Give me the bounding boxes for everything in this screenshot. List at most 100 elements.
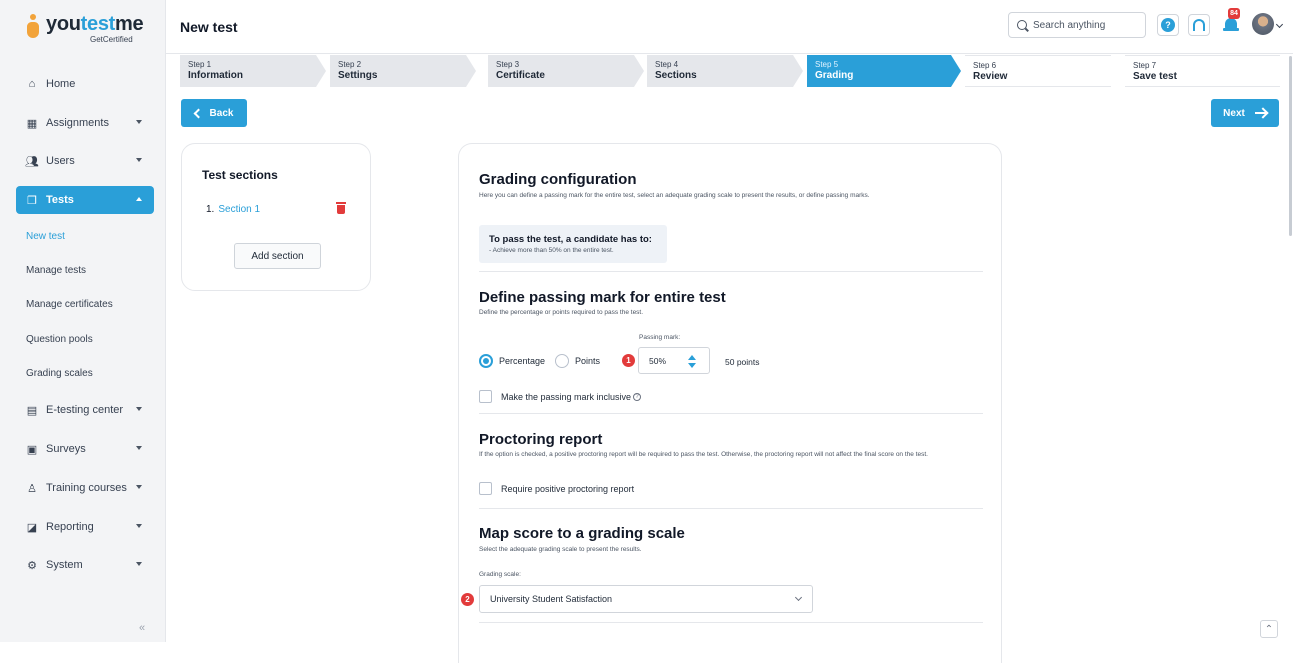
sidebar-item-label: Surveys bbox=[46, 443, 86, 455]
decrement-icon[interactable] bbox=[688, 363, 696, 368]
step-number: Step 3 bbox=[496, 60, 520, 69]
sidebar: youtestme GetCertified ⌂ Home ▦ Assignme… bbox=[0, 0, 166, 642]
sidebar-subitem-question-pools[interactable]: Question pools bbox=[26, 334, 93, 345]
percentage-radio[interactable] bbox=[479, 354, 493, 368]
sidebar-item-label: Users bbox=[46, 155, 75, 167]
wizard-stepper: Step 1 Information Step 2 Settings Step … bbox=[180, 55, 1280, 87]
step-label: Information bbox=[188, 70, 243, 81]
pass-requirements-title: To pass the test, a candidate has to: bbox=[489, 234, 652, 245]
sidebar-subitem-manage-tests[interactable]: Manage tests bbox=[26, 265, 86, 276]
sidebar-item-system[interactable]: ⚙ System bbox=[16, 551, 154, 579]
chevron-down-icon bbox=[136, 524, 142, 528]
step-save-test[interactable]: Step 7 Save test bbox=[1125, 55, 1280, 87]
sidebar-item-label: E-testing center bbox=[46, 404, 124, 416]
step-settings[interactable]: Step 2 Settings bbox=[330, 55, 466, 87]
add-section-button[interactable]: Add section bbox=[234, 243, 321, 269]
points-label[interactable]: Points bbox=[575, 356, 600, 366]
logo-pin-icon bbox=[24, 14, 42, 40]
points-equivalent: 50 points bbox=[725, 357, 760, 367]
step-label: Certificate bbox=[496, 70, 545, 81]
passing-mark-input[interactable]: 50% bbox=[638, 347, 710, 374]
step-number: Step 2 bbox=[338, 60, 362, 69]
sidebar-subitem-grading-scales[interactable]: Grading scales bbox=[26, 368, 93, 379]
passing-mark-description: Define the percentage or points required… bbox=[479, 309, 644, 316]
back-button[interactable]: Back bbox=[181, 99, 247, 127]
next-button[interactable]: Next bbox=[1211, 99, 1279, 127]
step-information[interactable]: Step 1 Information bbox=[180, 55, 316, 87]
sidebar-item-reporting[interactable]: ◪ Reporting bbox=[16, 513, 154, 541]
headset-icon bbox=[1193, 19, 1205, 31]
chevron-down-icon bbox=[136, 158, 142, 162]
sidebar-item-home[interactable]: ⌂ Home bbox=[16, 70, 154, 98]
step-review[interactable]: Step 6 Review bbox=[965, 55, 1111, 87]
test-sections-title: Test sections bbox=[202, 168, 278, 182]
passing-mark-label: Passing mark: bbox=[639, 334, 681, 341]
search-icon bbox=[1017, 20, 1027, 30]
step-label: Save test bbox=[1133, 71, 1177, 82]
pass-requirements-text: - Achieve more than 50% on the entire te… bbox=[489, 247, 614, 254]
proctoring-checkbox[interactable] bbox=[479, 482, 492, 495]
assignments-icon: ▦ bbox=[26, 117, 38, 130]
sidebar-item-label: Tests bbox=[46, 194, 74, 206]
support-button[interactable] bbox=[1188, 14, 1210, 36]
sidebar-item-users[interactable]: 👥︎ Users bbox=[16, 147, 154, 175]
avatar[interactable] bbox=[1252, 13, 1274, 35]
grading-scale-description: Select the adequate grading scale to pre… bbox=[479, 546, 642, 553]
points-radio[interactable] bbox=[555, 354, 569, 368]
sidebar-subitem-manage-certificates[interactable]: Manage certificates bbox=[26, 299, 113, 310]
proctoring-checkbox-label[interactable]: Require positive proctoring report bbox=[501, 484, 634, 494]
sidebar-item-surveys[interactable]: ▣ Surveys bbox=[16, 435, 154, 463]
section-item: 1. Section 1 bbox=[206, 204, 260, 215]
chevron-down-icon bbox=[136, 120, 142, 124]
sidebar-item-label: Training courses bbox=[46, 482, 127, 494]
sidebar-item-e-testing-center[interactable]: ▤ E-testing center bbox=[16, 396, 154, 424]
sidebar-item-training-courses[interactable]: ♙ Training courses bbox=[16, 474, 154, 502]
gear-icon: ⚙ bbox=[27, 559, 37, 572]
help-button[interactable]: ? bbox=[1157, 14, 1179, 36]
step-number: Step 1 bbox=[188, 60, 212, 69]
inclusive-label[interactable]: Make the passing mark inclusive bbox=[501, 392, 631, 402]
step-label: Grading bbox=[815, 70, 854, 81]
arrow-right-icon bbox=[1254, 112, 1267, 114]
section-link[interactable]: Section 1 bbox=[218, 204, 260, 215]
step-grading[interactable]: Step 5 Grading bbox=[807, 55, 951, 87]
step-number: Step 6 bbox=[973, 61, 997, 70]
divider bbox=[479, 413, 983, 414]
test-sections-card: Test sections 1. Section 1 Add section bbox=[181, 143, 371, 291]
top-header: New test Search anything ? 84 bbox=[166, 0, 1293, 54]
chevron-down-icon[interactable] bbox=[1275, 20, 1284, 29]
collapse-sidebar-button[interactable]: « bbox=[139, 622, 145, 634]
grading-scale-select[interactable]: University Student Satisfaction bbox=[479, 585, 813, 613]
chevron-down-icon bbox=[136, 562, 142, 566]
info-icon[interactable]: ? bbox=[633, 393, 641, 401]
step-sections[interactable]: Step 4 Sections bbox=[647, 55, 793, 87]
logo[interactable]: youtestme GetCertified bbox=[24, 13, 144, 50]
search-placeholder: Search anything bbox=[1033, 19, 1106, 31]
section-number: 1. bbox=[206, 204, 215, 215]
grading-title: Grading configuration bbox=[479, 171, 637, 188]
next-label: Next bbox=[1223, 107, 1245, 119]
sidebar-subitem-new-test[interactable]: New test bbox=[26, 231, 65, 242]
step-marker-1: 1 bbox=[622, 354, 635, 367]
surveys-icon: ▣ bbox=[26, 443, 38, 456]
pass-requirements-box: To pass the test, a candidate has to: - … bbox=[479, 225, 667, 263]
page-title: New test bbox=[180, 19, 238, 35]
percentage-label[interactable]: Percentage bbox=[499, 356, 545, 366]
step-number: Step 5 bbox=[815, 60, 839, 69]
sidebar-item-assignments[interactable]: ▦ Assignments bbox=[16, 109, 154, 137]
e-testing-icon: ▤ bbox=[26, 404, 38, 417]
step-marker-2: 2 bbox=[461, 593, 474, 606]
step-certificate[interactable]: Step 3 Certificate bbox=[488, 55, 634, 87]
sidebar-item-tests[interactable]: ❐ Tests bbox=[16, 186, 154, 214]
scroll-to-top-button[interactable]: ⌃ bbox=[1260, 620, 1278, 638]
chevron-down-icon bbox=[136, 485, 142, 489]
search-input[interactable]: Search anything bbox=[1008, 12, 1146, 38]
increment-icon[interactable] bbox=[688, 355, 696, 360]
step-label: Sections bbox=[655, 70, 697, 81]
logo-suffix: me bbox=[115, 13, 144, 35]
step-label: Settings bbox=[338, 70, 378, 81]
trash-icon[interactable] bbox=[336, 202, 346, 214]
inclusive-checkbox[interactable] bbox=[479, 390, 492, 403]
back-label: Back bbox=[209, 107, 234, 119]
page-scrollbar[interactable] bbox=[1289, 56, 1292, 236]
